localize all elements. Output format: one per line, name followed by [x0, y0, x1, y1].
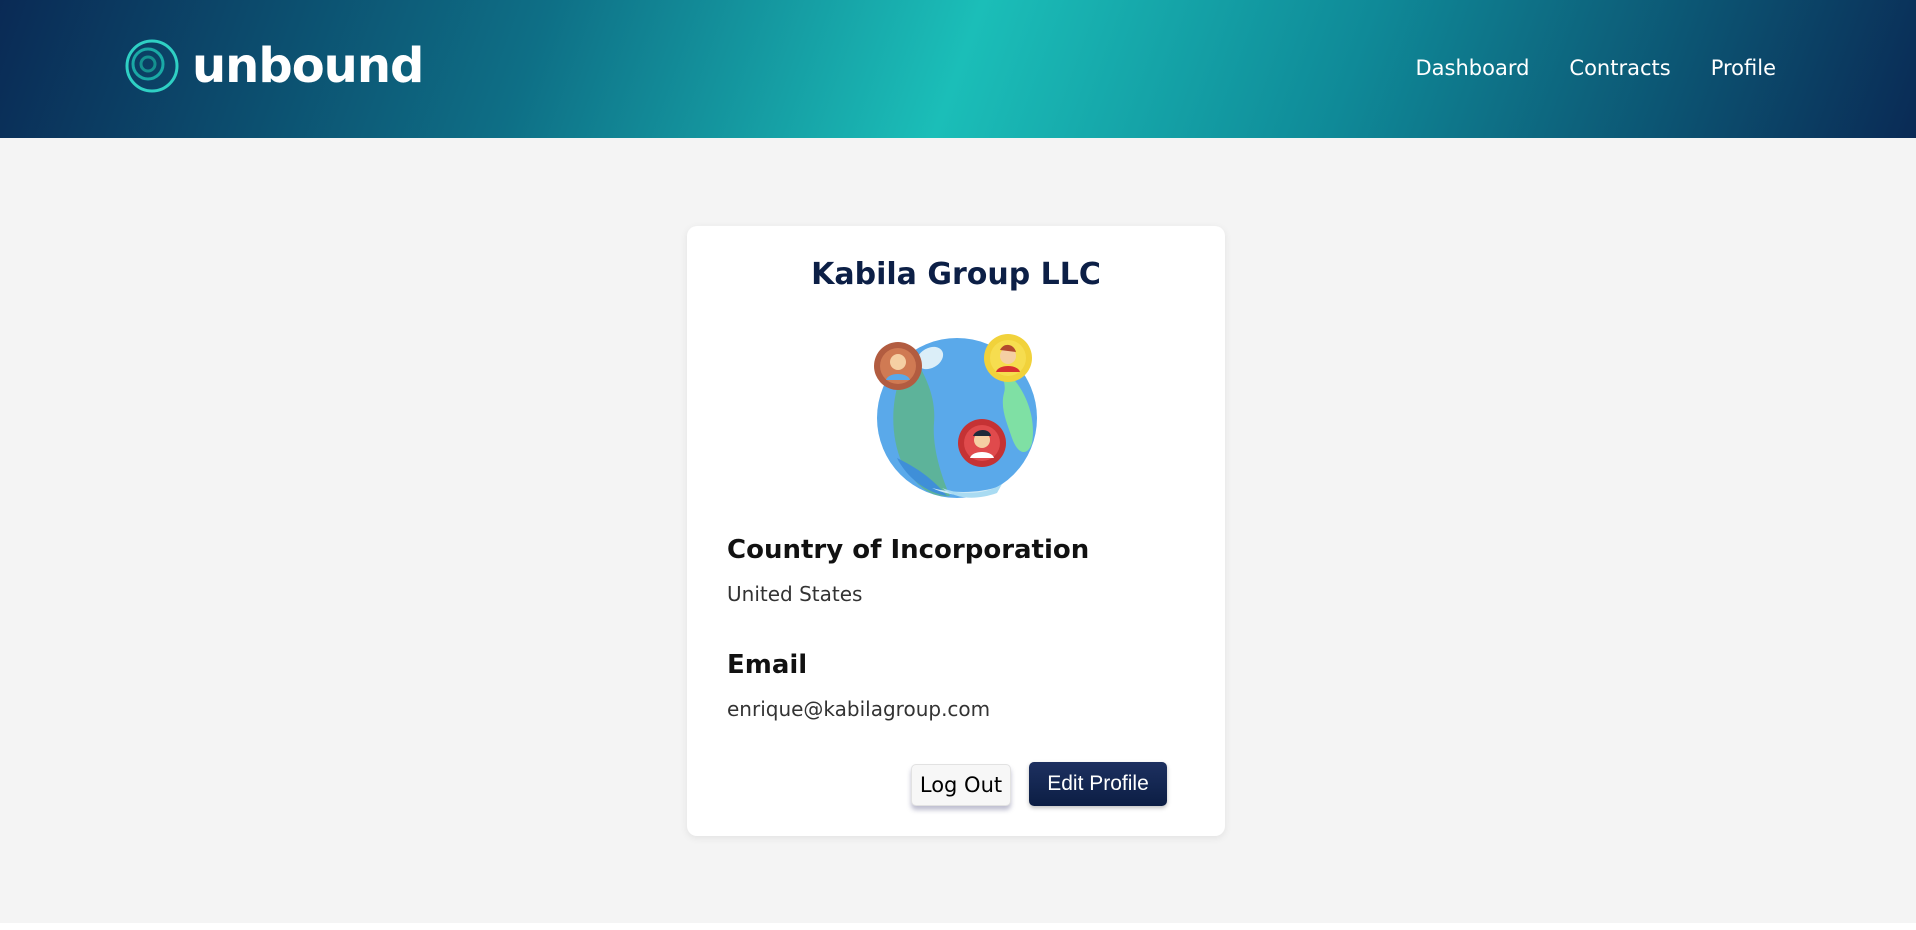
- profile-card: Kabila Group LLC Country of Incorporatio…: [687, 226, 1225, 836]
- nav-dashboard[interactable]: Dashboard: [1415, 52, 1529, 84]
- nav-contracts[interactable]: Contracts: [1569, 52, 1670, 84]
- page-bottom-strip: [0, 923, 1916, 930]
- email-value: enrique@kabilagroup.com: [727, 697, 991, 721]
- nav-profile[interactable]: Profile: [1711, 52, 1776, 84]
- company-name: Kabila Group LLC: [811, 257, 1101, 292]
- main-content: Kabila Group LLC Country of Incorporatio…: [0, 138, 1916, 923]
- top-header: unbound Dashboard Contracts Profile: [0, 0, 1916, 138]
- logo[interactable]: unbound: [124, 38, 424, 94]
- country-value: United States: [727, 582, 863, 606]
- country-label: Country of Incorporation: [727, 535, 1090, 565]
- edit-profile-button[interactable]: Edit Profile: [1029, 762, 1167, 806]
- logout-button[interactable]: Log Out: [911, 764, 1011, 806]
- globe-with-people-icon: [874, 334, 1037, 498]
- logo-text: unbound: [192, 38, 424, 94]
- main-nav: Dashboard Contracts Profile: [1415, 52, 1776, 84]
- email-label: Email: [727, 650, 808, 680]
- unbound-logo-icon: [125, 39, 179, 93]
